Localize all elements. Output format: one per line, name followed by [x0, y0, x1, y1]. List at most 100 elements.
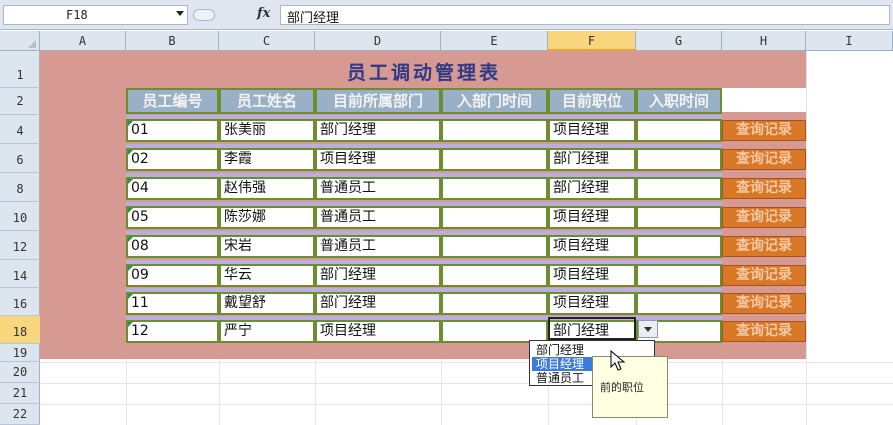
table-cell-dept-time[interactable] — [441, 264, 548, 287]
row-header[interactable]: 2 — [0, 88, 40, 115]
table-cell-name[interactable]: 李霞 — [219, 148, 315, 171]
row-header[interactable]: 10 — [0, 202, 40, 231]
name-box-dropdown-icon[interactable] — [176, 11, 184, 16]
table-cell-dept[interactable]: 项目经理 — [315, 320, 441, 343]
tooltip-text: 前的职位 — [600, 381, 644, 394]
column-header-a[interactable]: A — [40, 31, 126, 51]
table-row: 08 宋岩 普通员工 项目经理 — [126, 231, 722, 258]
table-row: 01 张美丽 部门经理 项目经理 — [126, 115, 722, 142]
table-cell-join-time[interactable] — [636, 264, 722, 287]
table-header-cell[interactable]: 入部门时间 — [441, 88, 548, 114]
query-record-button[interactable]: 查询记录 — [722, 178, 806, 199]
table-cell-dept-time[interactable] — [441, 119, 548, 142]
table-row: 05 陈莎娜 普通员工 项目经理 — [126, 202, 722, 229]
table-cell-name[interactable]: 陈莎娜 — [219, 206, 315, 229]
row-header[interactable]: 1 — [0, 51, 40, 88]
query-record-button[interactable]: 查询记录 — [722, 265, 806, 286]
table-cell-dept[interactable]: 部门经理 — [315, 292, 441, 315]
table-cell-join-time[interactable] — [636, 177, 722, 200]
table-cell-dept[interactable]: 项目经理 — [315, 148, 441, 171]
table-cell-join-time[interactable] — [636, 292, 722, 315]
table-cell-dept[interactable]: 普通员工 — [315, 206, 441, 229]
query-record-button[interactable]: 查询记录 — [722, 321, 806, 342]
table-cell-id[interactable]: 01 — [126, 119, 219, 142]
table-cell-join-time[interactable] — [636, 119, 722, 142]
table-cell-position[interactable]: 部门经理 — [548, 148, 636, 171]
table-cell-position[interactable]: 项目经理 — [548, 264, 636, 287]
column-header-e[interactable]: E — [441, 31, 548, 51]
table-cell-name[interactable]: 赵伟强 — [219, 177, 315, 200]
table-cell-dept-time[interactable] — [441, 177, 548, 200]
table-cell-position[interactable]: 部门经理 — [548, 177, 636, 200]
table-cell-name[interactable]: 严宁 — [219, 320, 315, 343]
table-cell-dept-time[interactable] — [441, 235, 548, 258]
table-cell-id[interactable]: 12 — [126, 320, 219, 343]
table-cell-id[interactable]: 11 — [126, 292, 219, 315]
dropdown-option[interactable]: 部门经理 — [532, 343, 652, 357]
mouse-pointer-icon — [610, 350, 626, 371]
query-record-button[interactable]: 查询记录 — [722, 207, 806, 228]
row-header[interactable]: 16 — [0, 288, 40, 316]
column-header-b[interactable]: B — [126, 31, 219, 51]
row-header[interactable]: 21 — [0, 383, 40, 404]
table-cell-name[interactable]: 戴望舒 — [219, 292, 315, 315]
table-cell-join-time[interactable] — [636, 148, 722, 171]
table-header-cell[interactable]: 目前职位 — [548, 88, 636, 114]
chevron-down-icon — [644, 327, 652, 332]
column-header-h[interactable]: H — [722, 31, 806, 51]
query-record-button[interactable]: 查询记录 — [722, 236, 806, 257]
grid-line — [40, 362, 893, 363]
column-header-i[interactable]: I — [806, 31, 893, 51]
query-record-button[interactable]: 查询记录 — [722, 120, 806, 141]
name-box[interactable]: F18 — [3, 5, 188, 25]
column-header-f[interactable]: F — [548, 31, 636, 51]
table-cell-name[interactable]: 华云 — [219, 264, 315, 287]
table-cell-dept-time[interactable] — [441, 206, 548, 229]
table-cell-position[interactable]: 项目经理 — [548, 119, 636, 142]
sheet-title[interactable]: 员工调动管理表 — [126, 58, 722, 85]
table-cell-id[interactable]: 08 — [126, 235, 219, 258]
table-cell-name[interactable]: 张美丽 — [219, 119, 315, 142]
table-cell-id[interactable]: 02 — [126, 148, 219, 171]
table-header-cell[interactable]: 目前所属部门 — [315, 88, 441, 114]
row-header[interactable]: 18 — [0, 316, 40, 344]
table-cell-name[interactable]: 宋岩 — [219, 235, 315, 258]
table-cell-dept-time[interactable] — [441, 292, 548, 315]
grid-line — [40, 404, 893, 405]
table-cell-dept[interactable]: 部门经理 — [315, 264, 441, 287]
table-cell-dept-time[interactable] — [441, 148, 548, 171]
table-cell-dept[interactable]: 普通员工 — [315, 235, 441, 258]
column-header-d[interactable]: D — [315, 31, 441, 51]
row-header[interactable]: 6 — [0, 144, 40, 173]
table-cell-id[interactable]: 04 — [126, 177, 219, 200]
table-cell-position[interactable]: 项目经理 — [548, 235, 636, 258]
row-header[interactable]: 4 — [0, 115, 40, 144]
row-header[interactable]: 19 — [0, 344, 40, 362]
table-cell-dept[interactable]: 部门经理 — [315, 119, 441, 142]
query-record-button[interactable]: 查询记录 — [722, 293, 806, 314]
row-header[interactable]: 8 — [0, 173, 40, 202]
blank-cell[interactable] — [722, 88, 806, 112]
column-header-g[interactable]: G — [636, 31, 722, 51]
table-header-cell[interactable]: 员工编号 — [126, 88, 219, 114]
table-row: 04 赵伟强 普通员工 部门经理 — [126, 173, 722, 200]
row-header[interactable]: 20 — [0, 362, 40, 383]
table-cell-join-time[interactable] — [636, 206, 722, 229]
table-cell-position[interactable]: 项目经理 — [548, 292, 636, 315]
table-header-cell[interactable]: 入职时间 — [636, 88, 722, 114]
query-record-button[interactable]: 查询记录 — [722, 149, 806, 170]
row-header[interactable]: 22 — [0, 404, 40, 425]
row-header[interactable]: 14 — [0, 260, 40, 288]
row-header[interactable]: 12 — [0, 231, 40, 260]
table-header-cell[interactable]: 员工姓名 — [219, 88, 315, 114]
table-cell-join-time[interactable] — [636, 235, 722, 258]
column-header-c[interactable]: C — [219, 31, 315, 51]
table-cell-dept[interactable]: 普通员工 — [315, 177, 441, 200]
table-cell-id[interactable]: 09 — [126, 264, 219, 287]
table-cell-position[interactable]: 项目经理 — [548, 206, 636, 229]
input-tooltip: 前的职位 — [592, 356, 668, 418]
table-cell-id[interactable]: 05 — [126, 206, 219, 229]
insert-function-icon[interactable]: fx — [257, 6, 270, 21]
active-cell-border[interactable] — [548, 317, 636, 340]
formula-input[interactable]: 部门经理 — [280, 5, 890, 26]
